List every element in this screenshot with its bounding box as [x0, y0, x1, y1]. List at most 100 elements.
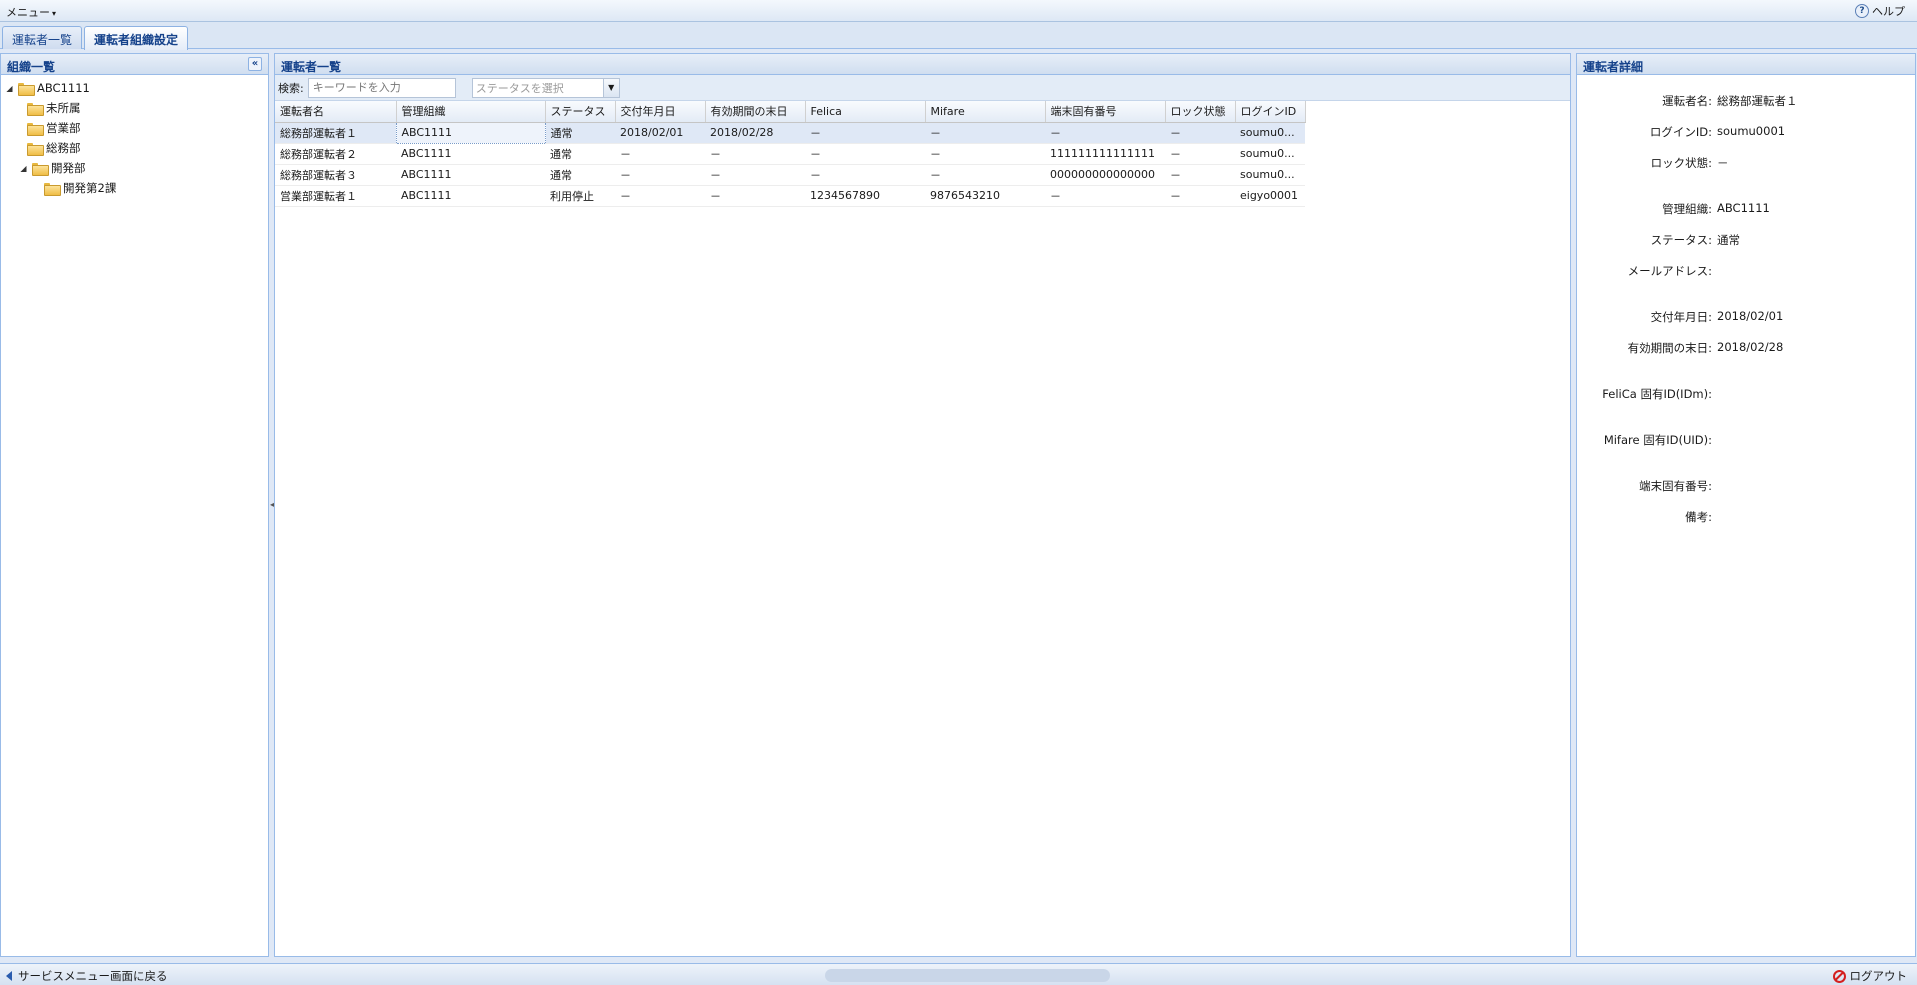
table-cell: 総務部運転者２ [275, 143, 396, 165]
logout-icon [1832, 969, 1846, 983]
tree-node-general-affairs[interactable]: 総務部 [5, 138, 268, 158]
detail-label: ロック状態: [1650, 156, 1712, 170]
table-cell: － [1045, 122, 1165, 144]
logout-button[interactable]: ログアウト [1832, 968, 1907, 984]
menu-label: メニュー [6, 6, 50, 19]
detail-label: 有効期間の末日: [1627, 341, 1712, 355]
table-cell: soumu0... [1235, 122, 1305, 144]
back-to-service-menu-button[interactable]: サービスメニュー画面に戻る [6, 968, 168, 984]
detail-label: 備考: [1685, 510, 1712, 524]
table-cell: 総務部運転者３ [275, 164, 396, 186]
org-panel: 組織一覧 « ◢ ABC1111 未所属 営業部 総務部 ◢ 開発部 開発第2課 [0, 53, 269, 957]
table-cell: － [615, 164, 705, 186]
table-cell: － [1165, 143, 1235, 165]
footer-bar: サービスメニュー画面に戻る ログアウト [0, 963, 1917, 985]
caret-down-icon: ▾ [52, 9, 57, 18]
folder-icon [18, 82, 35, 96]
expanded-arrow-icon[interactable]: ◢ [5, 84, 14, 93]
detail-label: 交付年月日: [1650, 310, 1712, 324]
table-row[interactable]: 総務部運転者３ ABC1111 通常 － － － － 0000000000000… [275, 164, 1305, 186]
folder-icon [27, 122, 44, 136]
search-toolbar: 検索: ステータスを選択 ▼ [275, 75, 1570, 101]
detail-label: Mifare 固有ID(UID): [1603, 433, 1712, 447]
column-header[interactable]: 有効期間の末日 [705, 101, 806, 123]
driver-detail-form: 運転者名: 総務部運転者１ ログインID: soumu0001 ロック状態: －… [1577, 75, 1915, 540]
table-header-row: 運転者名 管理組織 ステータス 交付年月日 有効期間の末日 Felica Mif… [275, 101, 1306, 123]
column-header[interactable]: 交付年月日 [615, 101, 706, 123]
table-cell: soumu0... [1235, 164, 1305, 186]
table-cell: ABC1111 [396, 185, 545, 207]
detail-driver-name: 運転者名: 総務部運転者１ [1577, 93, 1915, 124]
folder-icon [44, 182, 61, 196]
redacted-area [825, 969, 1110, 982]
help-icon: ? [1855, 4, 1869, 18]
detail-email: メールアドレス: [1577, 263, 1915, 294]
driver-list-panel: 運転者一覧 検索: ステータスを選択 ▼ 運転者名 管理組織 ステータス 交付年… [274, 53, 1571, 957]
tree-node-development[interactable]: ◢ 開発部 [5, 158, 268, 178]
detail-value: 通常 [1717, 233, 1740, 247]
detail-org: 管理組織: ABC1111 [1577, 201, 1915, 232]
search-input[interactable] [307, 77, 456, 98]
back-label: サービスメニュー画面に戻る [18, 969, 168, 983]
table-row[interactable]: 総務部運転者２ ABC1111 通常 － － － － 1111111111111… [275, 143, 1305, 165]
status-select[interactable]: ステータスを選択 ▼ [471, 77, 620, 98]
detail-value: 2018/02/28 [1717, 340, 1784, 354]
column-header[interactable]: ステータス [545, 101, 616, 123]
table-cell: 1234567890 [805, 185, 925, 207]
tree-node-unassigned[interactable]: 未所属 [5, 98, 268, 118]
folder-icon [27, 142, 44, 156]
table-cell: eigyo0001 [1235, 185, 1305, 207]
table-cell: 2018/02/28 [705, 122, 805, 144]
table-cell: － [705, 164, 805, 186]
detail-felica: FeliCa 固有ID(IDm): [1577, 386, 1915, 432]
tree-node-dev-section-2[interactable]: 開発第2課 [5, 178, 268, 198]
column-header[interactable]: Felica [805, 101, 926, 123]
driver-list-header: 運転者一覧 [275, 54, 1570, 75]
back-arrow-icon [6, 971, 12, 981]
folder-icon [27, 102, 44, 116]
table-cell: 000000000000000 [1045, 164, 1165, 186]
table-cell: 通常 [545, 122, 615, 144]
expanded-arrow-icon[interactable]: ◢ [19, 164, 28, 173]
tab-bar: 運転者一覧 運転者組織設定 [0, 22, 1917, 50]
menu-bar: メニュー ▾ ? ヘルプ [0, 0, 1917, 22]
detail-label: メールアドレス: [1627, 264, 1712, 278]
table-cell: － [925, 122, 1045, 144]
column-header[interactable]: 管理組織 [396, 101, 546, 123]
table-cell: － [1165, 122, 1235, 144]
detail-status: ステータス: 通常 [1577, 232, 1915, 263]
collapse-left-button[interactable]: « [248, 57, 262, 71]
table-cell: 9876543210 [925, 185, 1045, 207]
table-cell: － [805, 122, 925, 144]
table-cell: － [615, 143, 705, 165]
detail-value: 2018/02/01 [1717, 309, 1784, 323]
column-header[interactable]: ロック状態 [1165, 101, 1236, 123]
table-cell: 利用停止 [545, 185, 615, 207]
tab-driver-list[interactable]: 運転者一覧 [2, 26, 83, 49]
column-header[interactable]: ログインID [1235, 101, 1306, 123]
chevron-down-icon[interactable]: ▼ [602, 78, 619, 97]
table-cell: 111111111111111 [1045, 143, 1165, 165]
tree-node-label: 開発部 [51, 161, 86, 175]
tab-driver-org-settings[interactable]: 運転者組織設定 [84, 26, 189, 50]
driver-table: 運転者名 管理組織 ステータス 交付年月日 有効期間の末日 Felica Mif… [275, 101, 1306, 207]
table-cell: － [615, 185, 705, 207]
table-row[interactable]: 営業部運転者１ ABC1111 利用停止 － － 1234567890 9876… [275, 185, 1305, 207]
tree-node-sales[interactable]: 営業部 [5, 118, 268, 138]
column-header[interactable]: Mifare [925, 101, 1046, 123]
column-header[interactable]: 端末固有番号 [1045, 101, 1166, 123]
help-button[interactable]: ? ヘルプ [1855, 3, 1905, 19]
detail-label: 端末固有番号: [1639, 479, 1712, 493]
tree-node-label: 総務部 [46, 141, 81, 155]
table-cell: soumu0... [1235, 143, 1305, 165]
detail-label: 運転者名: [1662, 94, 1712, 108]
detail-label: 管理組織: [1662, 202, 1712, 216]
table-cell: － [705, 143, 805, 165]
menu-button[interactable]: メニュー ▾ [6, 4, 56, 20]
detail-value: 総務部運転者１ [1717, 94, 1798, 108]
tree-node-abc1111[interactable]: ◢ ABC1111 [5, 78, 268, 98]
table-cell: 総務部運転者１ [275, 122, 396, 144]
table-row[interactable]: 総務部運転者１ ABC1111 通常 2018/02/01 2018/02/28… [275, 121, 1305, 144]
column-header[interactable]: 運転者名 [275, 101, 397, 123]
